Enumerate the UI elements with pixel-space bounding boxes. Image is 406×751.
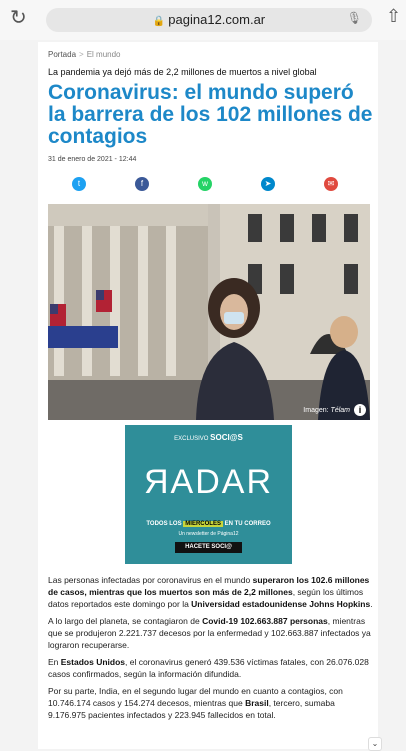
facebook-icon[interactable]: f — [135, 177, 149, 191]
share-icon[interactable]: ⇧ — [386, 6, 401, 27]
whatsapp-icon[interactable]: w — [198, 177, 212, 191]
twitter-icon[interactable]: t — [72, 177, 86, 191]
article-date: 31 de enero de 2021 - 12:44 — [48, 156, 137, 163]
street-photo-illustration — [48, 204, 370, 420]
address-bar[interactable]: 🔒 pagina12.com.ar 🎙 — [46, 8, 372, 32]
paragraph-1: Las personas infectadas por coronavirus … — [48, 575, 373, 609]
info-icon[interactable]: i — [354, 404, 366, 416]
ad-newsletter: Un newsletter de Página12 — [178, 531, 239, 537]
image-credit: Imagen: Télam — [303, 407, 350, 414]
ad-schedule: TODOS LOS MIERCOLES EN TU CORREO — [146, 521, 271, 527]
article-kicker: La pandemia ya dejó más de 2,2 millones … — [48, 67, 317, 77]
email-icon[interactable]: ✉ — [324, 177, 338, 191]
article-page: Portada > El mundo La pandemia ya dejó más… — [38, 42, 378, 749]
radar-logo: ЯADAR — [143, 463, 274, 501]
article-photo: Imagen: Télam i — [48, 204, 370, 420]
breadcrumb-separator: > — [79, 50, 84, 59]
paragraph-3: En Estados Unidos, el coronavirus generó… — [48, 657, 369, 679]
telegram-icon[interactable]: ➤ — [261, 177, 275, 191]
paragraph-4: Por su parte, India, en el segundo lugar… — [48, 686, 343, 720]
article-headline: Coronavirus: el mundo superó la barrera … — [48, 81, 373, 148]
lock-icon: 🔒 — [152, 16, 166, 27]
hacete-socio-button[interactable]: HACETE SOCI@ — [175, 542, 242, 553]
paragraph-2: A lo largo del planeta, se contagiaron d… — [48, 616, 371, 650]
breadcrumb-home[interactable]: Portada — [48, 50, 76, 59]
article-body: Las personas infectadas por coronavirus … — [48, 574, 373, 726]
breadcrumb-section[interactable]: El mundo — [87, 50, 121, 59]
browser-toolbar: ↻ 🔒 pagina12.com.ar 🎙 ⇧ — [0, 0, 406, 40]
breadcrumb: Portada > El mundo — [48, 50, 121, 59]
social-share-bar: t f w ➤ ✉ — [72, 175, 352, 195]
mic-icon[interactable]: 🎙 — [347, 11, 362, 25]
radar-advertisement[interactable]: EXCLUSIVO SOCI@S ЯADAR TODOS LOS MIERCOL… — [125, 425, 292, 564]
url-text: 🔒 pagina12.com.ar — [152, 12, 266, 27]
reload-icon[interactable]: ↻ — [10, 8, 30, 28]
ad-exclusive: EXCLUSIVO SOCI@S — [174, 433, 243, 442]
